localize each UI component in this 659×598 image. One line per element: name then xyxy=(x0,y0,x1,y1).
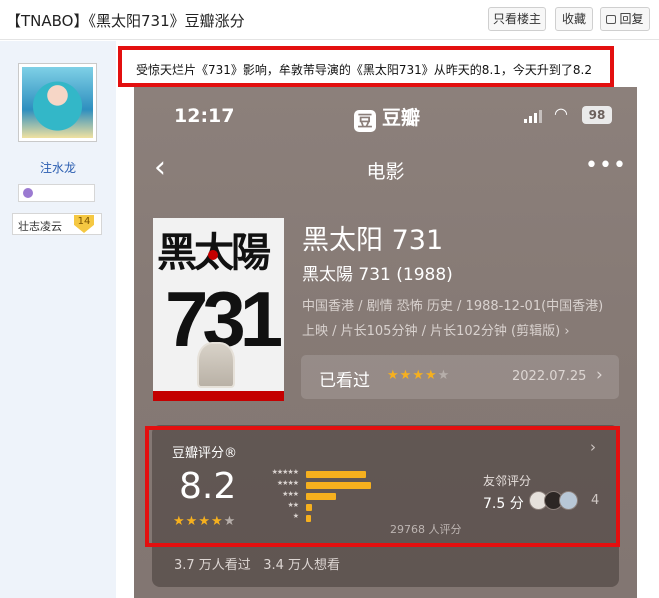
username[interactable]: 注水龙 xyxy=(0,159,116,176)
reply-label: 回复 xyxy=(619,12,644,26)
movie-original-title: 黑太陽 731 (1988) xyxy=(302,265,453,285)
seen-date: 2022.07.25 xyxy=(512,369,587,384)
user-rating-stars: ★★★★★ xyxy=(387,368,450,383)
star-filled-icon: ★ xyxy=(424,368,438,383)
poster-strip xyxy=(153,391,284,401)
nav-title: 电影 xyxy=(366,161,405,183)
battery-icon: 98 xyxy=(582,106,612,124)
star-filled-icon: ★ xyxy=(399,368,413,383)
only-author-button[interactable]: 只看楼主 xyxy=(488,7,546,31)
star-filled-icon: ★ xyxy=(412,368,425,383)
movie-meta[interactable]: 中国香港 / 剧情 恐怖 历史 / 1988-12-01(中国香港) 上映 / … xyxy=(302,294,620,344)
reply-icon xyxy=(606,15,617,24)
medal-icon xyxy=(23,188,33,198)
status-app: 豆豆瓣 xyxy=(354,103,420,132)
poster-sun xyxy=(208,250,218,260)
user-group-name: 壮志凌云 xyxy=(18,220,62,233)
star-empty-icon: ★ xyxy=(437,368,451,383)
poster-figure xyxy=(197,342,235,388)
seen-status[interactable]: 已看过 ★★★★★ 2022.07.25 › xyxy=(301,355,619,399)
post-caption: 受惊天烂片《731》影响，牟敦芾导演的《黑太阳731》从昨天的8.1，今天升到了… xyxy=(136,63,592,77)
user-medal-bar xyxy=(18,184,95,202)
avatar[interactable] xyxy=(18,63,97,142)
seen-label: 已看过 xyxy=(319,371,370,391)
seen-chevron-icon: › xyxy=(596,365,603,385)
author-sidebar: 注水龙 壮志凌云 14 xyxy=(0,41,116,598)
watched-count: 3.7 万人看过 xyxy=(174,558,251,573)
signal-icon xyxy=(524,109,544,123)
thread-title: 【TNABO】《黑太阳731》豆瓣涨分 xyxy=(6,12,245,30)
more-icon[interactable]: ••• xyxy=(585,153,627,178)
movie-poster[interactable]: 黑太陽 731 xyxy=(153,218,284,401)
status-time: 12:17 xyxy=(174,105,235,127)
level-badge-icon: 14 xyxy=(74,215,94,233)
movie-title: 黑太阳 731 xyxy=(302,225,444,256)
avatar-image xyxy=(22,67,93,138)
wifi-icon: ◠ xyxy=(554,104,568,123)
thread-header: 【TNABO】《黑太阳731》豆瓣涨分 只看楼主 收藏 回复 xyxy=(0,0,659,40)
app-name: 豆瓣 xyxy=(382,107,421,129)
reply-button[interactable]: 回复 xyxy=(600,7,650,31)
poster-title: 黑太陽 xyxy=(157,220,271,278)
wish-count: 3.4 万人想看 xyxy=(263,558,341,573)
watch-stats: 3.7 万人看过 3.4 万人想看 xyxy=(174,554,340,573)
user-group[interactable]: 壮志凌云 14 xyxy=(12,213,102,235)
rating-highlight xyxy=(145,426,620,547)
favorite-button[interactable]: 收藏 xyxy=(555,7,593,31)
douban-logo-icon: 豆 xyxy=(354,110,376,132)
caption-highlight: 受惊天烂片《731》影响，牟敦芾导演的《黑太阳731》从昨天的8.1，今天升到了… xyxy=(118,46,614,87)
star-filled-icon: ★ xyxy=(387,368,400,383)
